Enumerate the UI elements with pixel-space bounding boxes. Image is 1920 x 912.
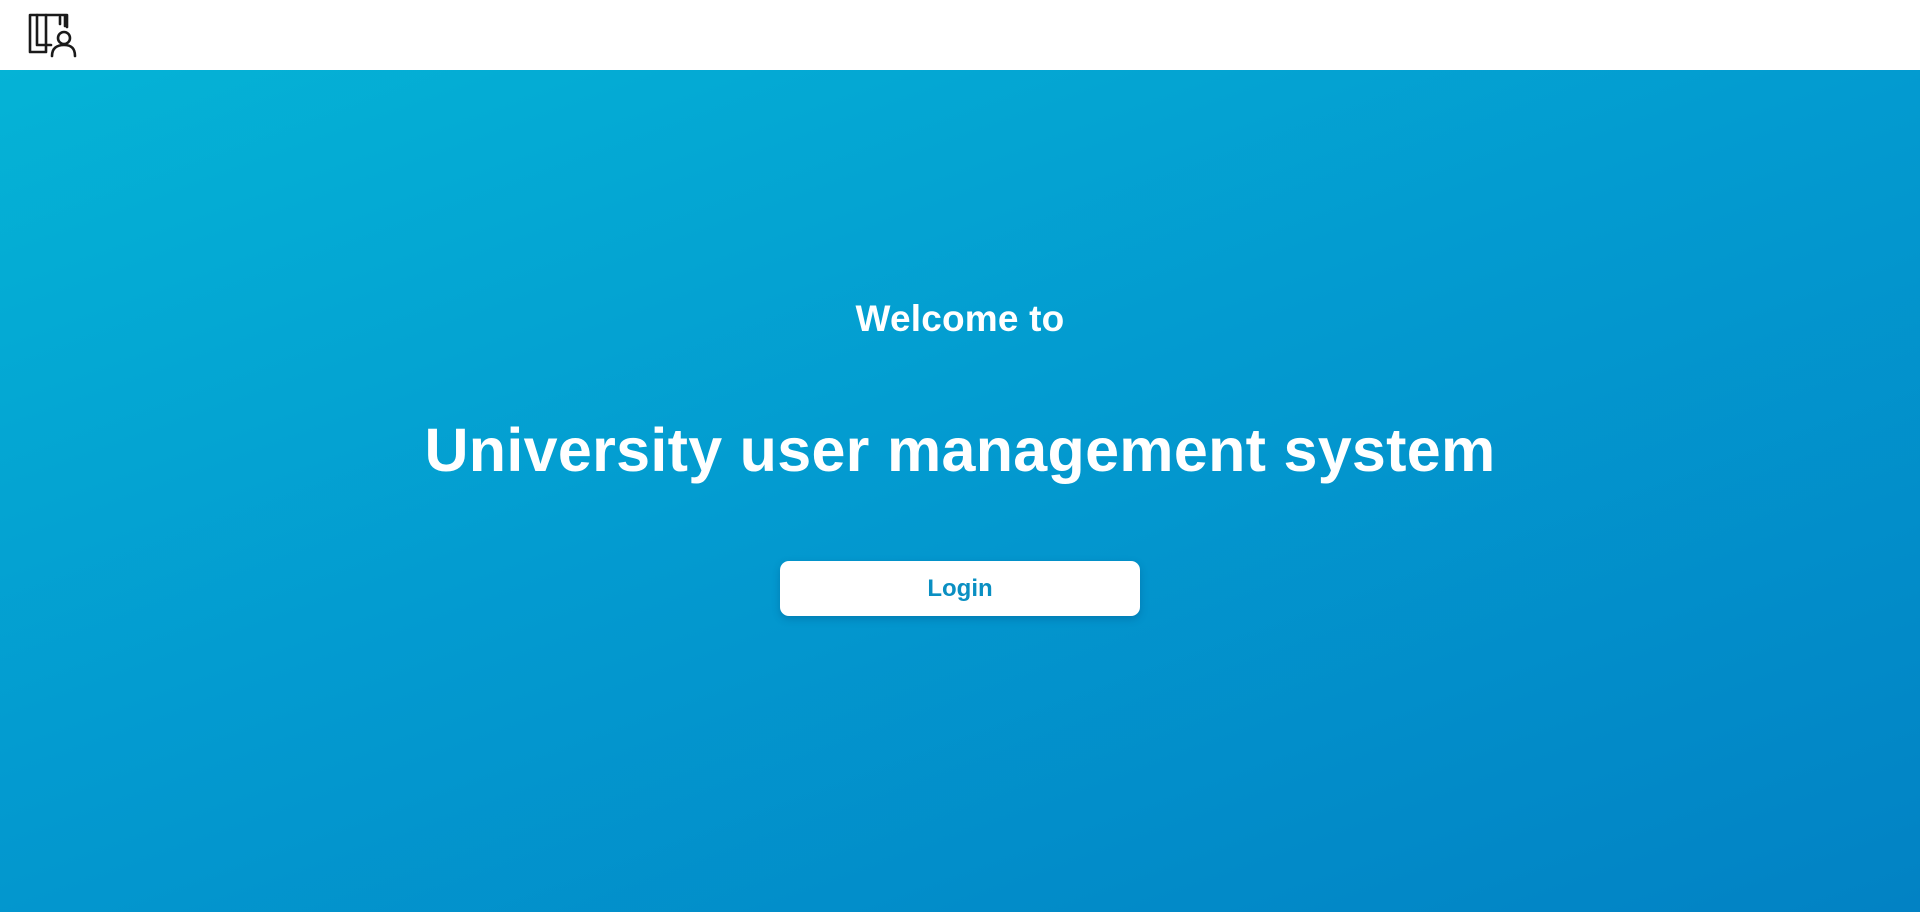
top-header xyxy=(0,0,1920,70)
login-button-label: Login xyxy=(927,574,993,602)
page-title: University user management system xyxy=(424,416,1496,484)
hero-section xyxy=(0,70,1920,912)
welcome-heading: Welcome to xyxy=(855,298,1065,339)
book-user-icon[interactable] xyxy=(27,12,77,58)
login-button[interactable]: Login xyxy=(780,561,1140,616)
